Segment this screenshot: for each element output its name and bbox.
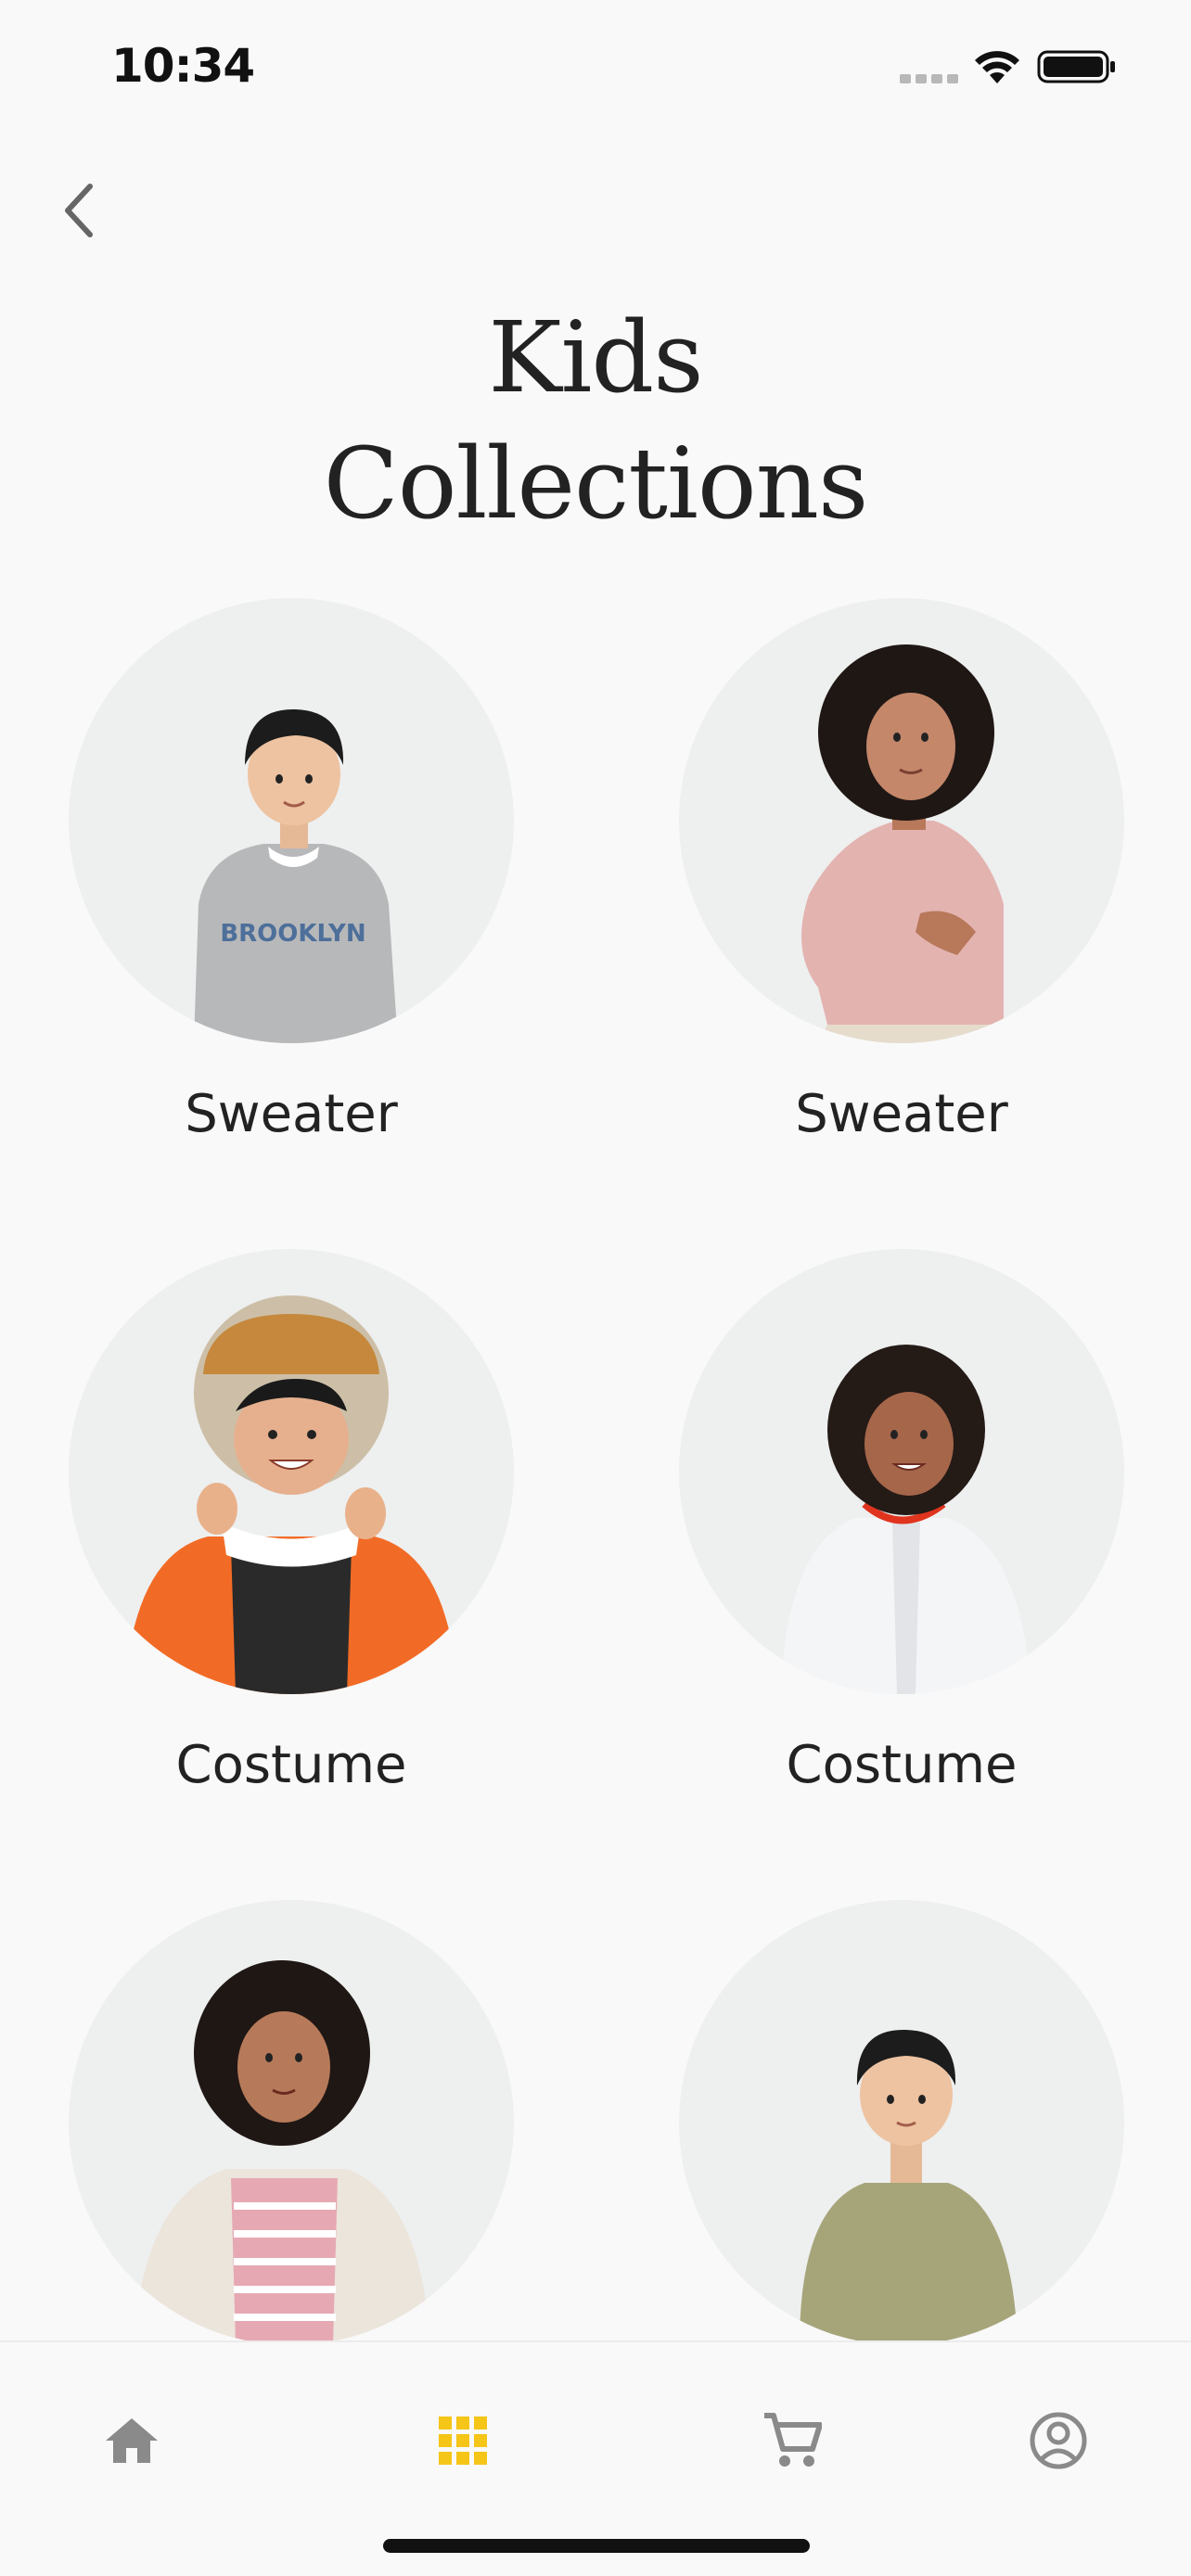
category-label: Costume bbox=[175, 1735, 407, 1795]
category-card-sweater-girl[interactable]: Sweater bbox=[679, 598, 1124, 1154]
category-card-sweater-boy[interactable]: BROOKLYN Sweater bbox=[69, 598, 514, 1154]
battery-icon bbox=[1037, 50, 1115, 83]
home-icon bbox=[106, 2418, 158, 2463]
page-title-line-1: Kids bbox=[488, 300, 703, 414]
wifi-icon bbox=[975, 51, 1019, 83]
profile-icon bbox=[1030, 2412, 1087, 2469]
page-title-line-2: Collections bbox=[323, 427, 869, 541]
category-label: Sweater bbox=[795, 1084, 1008, 1144]
page-title: Kids Collections bbox=[0, 295, 1191, 547]
home-indicator bbox=[383, 2539, 810, 2553]
category-label: Costume bbox=[786, 1735, 1018, 1795]
nav-categories[interactable] bbox=[416, 2394, 509, 2487]
category-image bbox=[679, 1900, 1124, 2345]
status-bar: 10:34 bbox=[0, 0, 1191, 139]
nav-home[interactable] bbox=[85, 2394, 178, 2487]
category-card-costume-astronaut[interactable]: Costume bbox=[69, 1249, 514, 1805]
nav-profile[interactable] bbox=[1012, 2394, 1105, 2487]
grid-icon bbox=[439, 2417, 487, 2465]
cellular-signal-icon bbox=[900, 74, 959, 85]
svg-text:BROOKLYN: BROOKLYN bbox=[220, 920, 365, 948]
category-card-costume-doctor[interactable]: Costume bbox=[679, 1249, 1124, 1805]
category-image: BROOKLYN bbox=[69, 598, 514, 1043]
category-image bbox=[69, 1900, 514, 2345]
category-label: Sweater bbox=[185, 1084, 398, 1144]
category-image bbox=[69, 1249, 514, 1694]
category-image bbox=[679, 598, 1124, 1043]
back-button[interactable] bbox=[46, 169, 111, 252]
category-image bbox=[679, 1249, 1124, 1694]
status-time: 10:34 bbox=[111, 39, 255, 93]
chevron-left-icon bbox=[65, 184, 93, 237]
cart-icon bbox=[764, 2413, 822, 2467]
nav-cart[interactable] bbox=[746, 2394, 839, 2487]
